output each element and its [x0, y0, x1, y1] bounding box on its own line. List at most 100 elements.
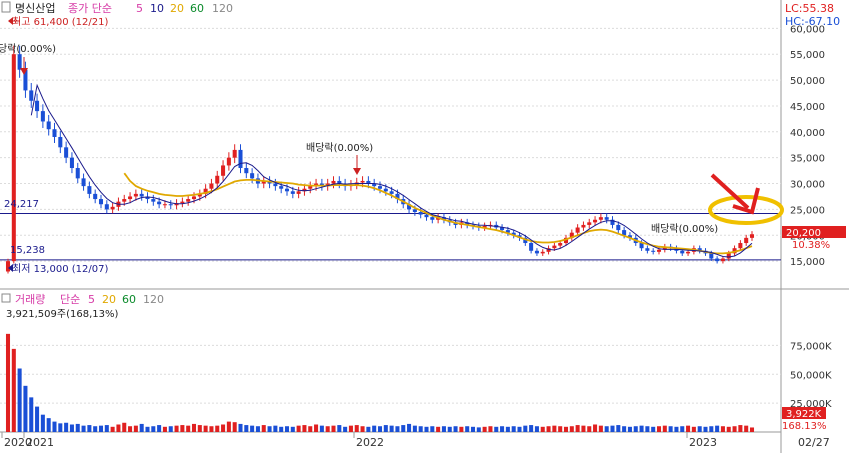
stock-name[interactable]: 명신산업 — [15, 2, 55, 15]
volume-bar — [726, 426, 731, 432]
candle-body — [581, 224, 586, 228]
candle-body — [738, 243, 743, 249]
time-label: 2021 — [26, 436, 54, 449]
volume-bar — [104, 425, 109, 432]
volume-bar — [552, 425, 557, 432]
last-volume-pct: 168.13% — [782, 421, 827, 432]
volume-bar — [616, 425, 621, 432]
candle-body — [168, 204, 173, 206]
candle-body — [534, 250, 539, 254]
volume-bar — [279, 426, 284, 432]
volume-bar — [424, 426, 429, 432]
volume-bar — [691, 426, 696, 432]
volume-bar — [558, 426, 563, 432]
volume-bar — [337, 425, 342, 432]
volume-bar — [744, 425, 749, 432]
candle-body — [377, 186, 383, 189]
volume-bar — [505, 426, 510, 432]
candle-body — [575, 227, 580, 233]
volume-title: 거래량 — [15, 293, 45, 306]
volume-bar — [453, 426, 458, 432]
vol-ma5-label: 5 — [88, 293, 95, 306]
volume-bar — [459, 426, 464, 432]
volume-bar — [302, 425, 307, 432]
volume-bar — [226, 421, 231, 432]
candle-body — [29, 90, 34, 101]
volume-bar — [383, 425, 388, 432]
candle-body — [616, 224, 621, 231]
volume-bar — [587, 426, 592, 432]
candle-body — [191, 196, 197, 200]
price-tick-label: 50,000 — [790, 76, 825, 87]
volume-bar — [546, 426, 551, 432]
volume-bar — [116, 424, 121, 432]
price-tick-label: 45,000 — [790, 102, 825, 113]
volume-tick-label: 50,000K — [790, 370, 832, 381]
volume-bar — [482, 426, 487, 432]
volume-bar — [75, 423, 80, 432]
candle-body — [238, 149, 243, 169]
volume-bar — [372, 425, 377, 432]
volume-bar — [267, 426, 272, 432]
volume-bar — [122, 422, 127, 432]
volume-bar — [715, 425, 720, 432]
time-label: 2023 — [689, 436, 717, 449]
volume-bar — [430, 426, 435, 432]
volume-bar — [58, 423, 63, 432]
candle-body — [645, 248, 650, 251]
volume-bar — [534, 426, 539, 432]
candle-body — [87, 186, 92, 194]
volume-bar — [447, 426, 452, 432]
volume-bar — [162, 426, 167, 432]
candle-body — [296, 191, 301, 194]
vol-ma120-label: 120 — [143, 293, 164, 306]
candle-body — [64, 147, 69, 158]
hline2-label: 15,238 — [10, 245, 45, 256]
candle-body — [656, 249, 662, 252]
candle-body — [104, 204, 109, 210]
volume-bar — [709, 426, 714, 432]
volume-bar — [720, 426, 725, 432]
hc-value: HC:-67.10 — [785, 15, 840, 28]
candle-body — [412, 209, 417, 212]
candle-body — [418, 211, 423, 215]
candle-body — [430, 217, 435, 220]
candle-body — [133, 193, 138, 197]
price-tick-label: 35,000 — [790, 154, 825, 165]
candle-body — [40, 111, 45, 122]
candle-body — [139, 193, 144, 197]
volume-bar — [98, 425, 104, 432]
candle-body — [5, 261, 11, 272]
volume-axis-ticks: 25,000K50,000K75,000K — [790, 341, 832, 410]
volume-bar — [598, 425, 603, 432]
candle-body — [424, 214, 429, 218]
candle-body — [593, 219, 598, 223]
candle-body — [558, 243, 563, 246]
volume-bar — [622, 426, 627, 432]
price-tick-label: 25,000 — [790, 205, 825, 216]
volume-bar — [412, 425, 417, 432]
price-tick-label: 55,000 — [790, 50, 825, 61]
candle-body — [308, 186, 313, 189]
volume-bar — [52, 421, 57, 432]
volume-bar — [366, 426, 371, 432]
volume-bar — [662, 425, 667, 432]
volume-bar — [250, 425, 255, 432]
volume-bar — [348, 425, 353, 432]
volume-bar — [593, 424, 598, 432]
last-volume-value: 3,922K — [786, 409, 822, 420]
volume-bar — [604, 426, 609, 432]
candle-body — [122, 199, 127, 202]
ma60-label: 60 — [190, 2, 204, 15]
candle-body — [58, 136, 63, 148]
volume-bar — [389, 425, 394, 432]
volume-bar — [645, 426, 650, 432]
volume-tick-label: 75,000K — [790, 341, 832, 352]
volume-bar — [157, 425, 162, 432]
hline1-label: 24,217 — [4, 199, 39, 210]
volume-bar — [418, 426, 423, 432]
last-price-value: 20,200 — [786, 228, 821, 239]
price-label: 종가 단순 — [68, 2, 112, 15]
candle-body — [709, 253, 714, 259]
volume-bar — [633, 426, 638, 432]
